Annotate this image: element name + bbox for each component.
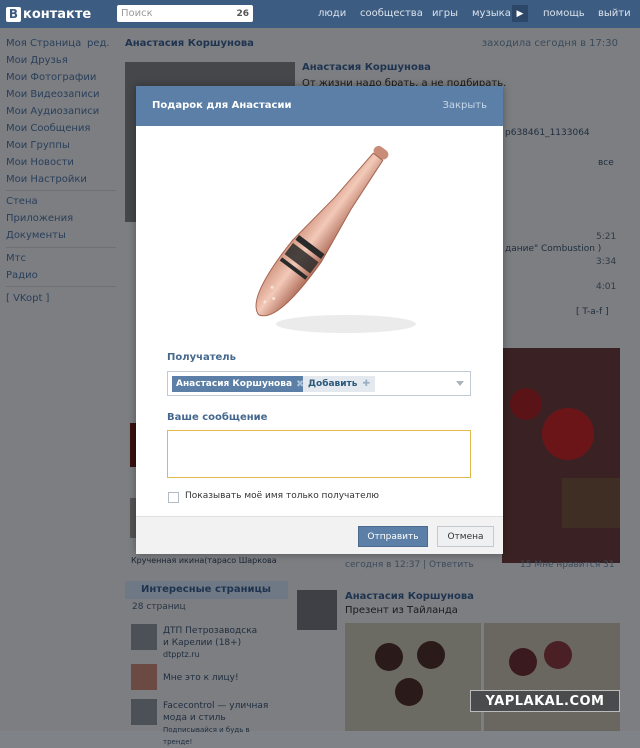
fruit-shape [509,648,537,676]
gift-dialog: Подарок для Анастасии Закрыть Получатель… [136,86,503,554]
sidebar-divider [6,190,116,191]
page-title[interactable]: ДТП Петрозаводска и Карелии (18+) [163,625,263,649]
vk-logo-icon: В [6,6,21,22]
private-checkbox[interactable] [168,492,179,503]
close-button[interactable]: Закрыть [442,100,487,111]
sidebar-item-videos[interactable]: Мои Видеозаписи [6,89,99,100]
fruit-shape [544,641,572,669]
page-avatar[interactable] [131,664,157,690]
post-avatar[interactable] [297,590,337,630]
post-author[interactable]: Анастасия Коршунова [345,591,474,602]
post-meta[interactable]: сегодня в 12:37 | Ответить [345,560,474,570]
page-item[interactable]: ДТП Петрозаводска и Карелии (18+) dtpptz… [163,625,263,661]
friends-strip[interactable]: Крученная икина(тарасо Шаркова [131,556,277,565]
post-text: Презент из Тайланда [345,605,458,616]
vk-logo[interactable]: В контакте [6,6,91,22]
gift-box-shape [562,478,620,528]
fruit-shape [395,678,423,706]
sidebar-divider [6,286,116,287]
all-link[interactable]: все [598,158,614,168]
page-title[interactable]: Мне это к лицу! [163,672,239,684]
track-time: 5:21 [596,232,617,242]
sidebar-item-groups[interactable]: Мои Группы [6,140,70,151]
plus-icon: ✚ [362,379,371,389]
track-time: 3:34 [596,257,617,267]
last-seen: заходила сегодня в 17:30 [481,38,618,49]
post-photo[interactable] [484,623,620,731]
nav-communities[interactable]: сообщества [360,8,423,19]
nav-logout[interactable]: выйти [598,8,631,19]
play-icon[interactable]: ▶ [512,5,528,22]
recipient-token[interactable]: Анастасия Коршунова ✖ [172,376,309,392]
interesting-pages-count: 28 страниц [132,602,186,612]
fruit-shape [375,643,403,671]
add-recipient-label: Добавить [308,379,358,389]
watermark: YAPLAKAL.COM [470,690,620,712]
send-button[interactable]: Отправить [358,526,428,547]
sidebar-item-messages[interactable]: Мои Сообщения [6,123,90,134]
sidebar-item-audio[interactable]: Мои Аудиозаписи [6,106,99,117]
sidebar-item-my-page[interactable]: Моя Страница [6,38,81,49]
profile-name: Анастасия Коршунова [125,38,254,49]
page-item[interactable]: Facecontrol — уличная мода и стиль Подпи… [163,700,273,748]
page-title[interactable]: Facecontrol — уличная мода и стиль [163,700,273,724]
vk-logo-text: контакте [23,6,92,22]
post-photo-roses[interactable] [502,348,620,563]
tag-label[interactable]: [ T-a-f ] [576,307,609,317]
recipient-field[interactable]: Анастасия Коршунова ✖ Добавить ✚ [167,371,471,396]
track-time: 4:01 [596,282,617,292]
post-likes[interactable]: 15 Мне нравится 31 [520,560,615,570]
add-recipient-button[interactable]: Добавить ✚ [303,376,376,392]
chevron-down-icon[interactable] [456,381,464,386]
nav-help[interactable]: помощь [543,8,585,19]
sidebar-edit-link[interactable]: ред. [87,38,110,49]
dialog-header: Подарок для Анастасии Закрыть [136,86,503,126]
post-photo[interactable] [345,623,481,731]
sidebar-item-radio[interactable]: Радио [6,270,38,281]
top-bar: В контакте Поиск 26 люди сообщества игры… [0,0,640,28]
baseball-bat-gift-icon[interactable] [196,134,436,344]
sidebar-item-settings[interactable]: Мои Настройки [6,174,87,185]
sidebar-item-friends[interactable]: Мои Друзья [6,55,68,66]
notification-count[interactable]: 26 [236,9,249,19]
page-item[interactable]: Мне это к лицу! [163,672,239,684]
message-field[interactable] [167,430,471,478]
page-avatar[interactable] [131,699,157,725]
nav-people[interactable]: люди [318,8,346,19]
status-name: Анастасия Коршунова [302,62,431,73]
nav-music[interactable]: музыка [472,8,511,19]
rose-shape [510,388,542,420]
sidebar-item-wall[interactable]: Стена [6,196,38,207]
profile-id-fragment: p638461_1133064 [505,128,590,138]
sidebar-item-mts[interactable]: Мтс [6,253,26,264]
rose-shape [542,408,594,460]
recipient-label: Получатель [167,352,236,363]
interesting-pages-title: Интересные страницы [141,584,271,595]
interesting-pages-header[interactable]: Интересные страницы [125,581,288,599]
message-label: Ваше сообщение [167,412,268,423]
nav-games[interactable]: игры [432,8,458,19]
fruit-shape [417,641,445,669]
dialog-footer: Отправить Отмена [136,516,503,554]
page-sub: Подписывайся и будь в тренде! [163,726,250,746]
search-input[interactable]: Поиск 26 [117,5,253,22]
search-placeholder: Поиск [121,8,153,19]
sidebar-divider [6,247,116,248]
page-avatar[interactable] [131,624,157,650]
sidebar-item-news[interactable]: Мои Новости [6,157,74,168]
private-checkbox-label[interactable]: Показывать моё имя только получателю [185,491,379,501]
sidebar-item-photos[interactable]: Мои Фотографии [6,72,96,83]
sidebar-item-vkopt[interactable]: [ VKopt ] [6,293,49,304]
dialog-title: Подарок для Анастасии [152,100,292,111]
page-sub: dtpptz.ru [163,650,200,659]
sidebar-item-documents[interactable]: Документы [6,230,66,241]
cancel-button[interactable]: Отмена [437,526,494,547]
recipient-token-label: Анастасия Коршунова [176,379,293,389]
sidebar-item-apps[interactable]: Приложения [6,213,73,224]
track-title[interactable]: дание" Combustion ) [505,244,601,254]
